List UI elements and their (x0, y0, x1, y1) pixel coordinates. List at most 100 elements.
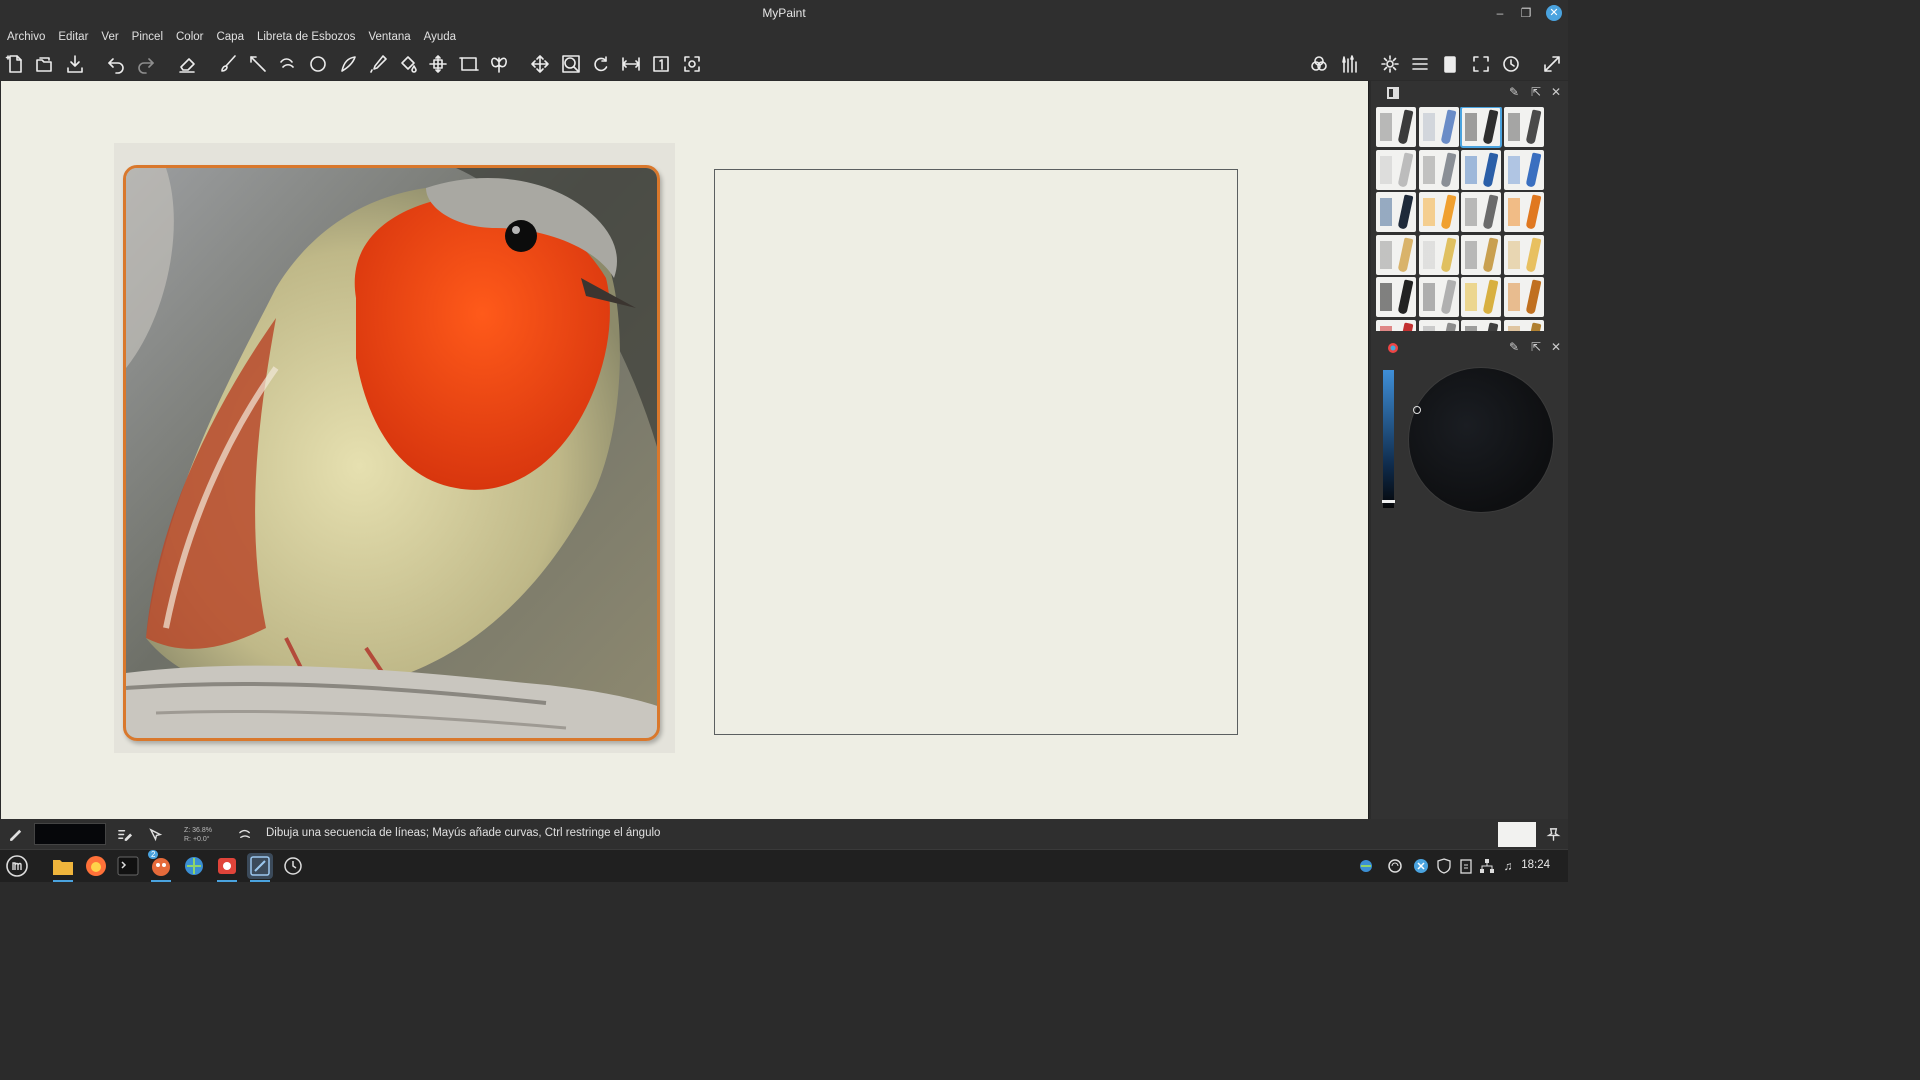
fill-tool-icon[interactable] (396, 52, 420, 76)
terminal-icon[interactable] (115, 853, 141, 879)
brush-icon[interactable] (216, 52, 240, 76)
color-picker-icon[interactable] (366, 52, 390, 76)
color-wheel[interactable] (1409, 368, 1553, 512)
save-icon[interactable] (63, 52, 87, 76)
brushes-tab-icon[interactable] (1386, 86, 1400, 100)
current-brush-thumbnail[interactable] (1498, 822, 1536, 847)
brush-preset[interactable] (1503, 234, 1544, 275)
tray-clipboard-icon[interactable] (1458, 858, 1474, 874)
files-app-icon[interactable] (50, 853, 76, 882)
tray-lan-icon[interactable] (1479, 858, 1495, 874)
brush-preset[interactable] (1376, 149, 1416, 190)
start-menu-icon[interactable] (4, 853, 30, 879)
pin-icon[interactable] (1544, 825, 1562, 843)
zoom-icon[interactable] (559, 52, 583, 76)
menu-capa[interactable]: Capa (216, 28, 244, 46)
color-tab-icon[interactable] (1386, 341, 1400, 355)
color-wheel-marker[interactable] (1413, 406, 1421, 414)
menu-editar[interactable]: Editar (58, 28, 88, 46)
scratchpad-icon[interactable] (1438, 52, 1462, 76)
pan-icon[interactable] (528, 52, 552, 76)
eraser-icon[interactable] (175, 52, 199, 76)
brush-preset[interactable] (1461, 192, 1501, 232)
ink-tool-icon[interactable] (336, 52, 360, 76)
timer-app-icon[interactable] (280, 853, 306, 879)
network-app-icon[interactable] (181, 853, 207, 879)
menu-ver[interactable]: Ver (101, 28, 118, 46)
tray-update-icon[interactable] (1413, 858, 1429, 874)
tray-network-icon[interactable] (1358, 858, 1374, 874)
symmetry-icon[interactable] (487, 52, 511, 76)
reset-zoom-icon[interactable] (649, 52, 673, 76)
menu-color[interactable]: Color (176, 28, 203, 46)
color-pick-icon[interactable]: ✎ (1507, 340, 1521, 354)
maximize-icon[interactable]: ❐ (1520, 6, 1532, 20)
panel-float-icon[interactable]: ⇱ (1529, 85, 1543, 99)
brush-preset[interactable] (1376, 319, 1416, 331)
brush-settings-icon[interactable] (1338, 52, 1362, 76)
brush-preset[interactable] (1503, 149, 1544, 190)
menu-archivo[interactable]: Archivo (7, 28, 45, 46)
brush-preset[interactable] (1418, 192, 1459, 232)
color-panel-float-icon[interactable]: ⇱ (1529, 340, 1543, 354)
brush-preset[interactable] (1418, 277, 1459, 317)
ellipse-tool-icon[interactable] (306, 52, 330, 76)
brush-preset[interactable] (1376, 234, 1416, 275)
open-file-icon[interactable] (32, 52, 56, 76)
brush-preset[interactable] (1461, 234, 1501, 275)
brush-preset[interactable] (1503, 319, 1544, 331)
minimize-icon[interactable]: – (1494, 6, 1506, 20)
brush-preset[interactable] (1418, 107, 1459, 147)
frame-tool-icon[interactable] (457, 52, 481, 76)
brush-preset[interactable] (1461, 277, 1501, 317)
media-app-icon[interactable] (214, 853, 240, 882)
value-slider-knob[interactable] (1382, 500, 1395, 503)
tray-sync-icon[interactable] (1387, 858, 1403, 874)
rotate-icon[interactable] (589, 52, 613, 76)
fit-view-icon[interactable] (680, 52, 704, 76)
layers-mode-icon[interactable] (1307, 52, 1331, 76)
color-panel-close-icon[interactable]: ✕ (1549, 340, 1563, 354)
brush-preset[interactable] (1461, 149, 1501, 190)
menu-libreta[interactable]: Libreta de Esbozos (257, 28, 355, 46)
brush-pick-icon[interactable]: ✎ (1507, 85, 1521, 99)
menu-pincel[interactable]: Pincel (132, 28, 163, 46)
hamburger-menu-icon[interactable] (1408, 52, 1432, 76)
redo-icon[interactable] (134, 52, 158, 76)
brush-preset[interactable] (1418, 149, 1459, 190)
lines-tool-icon[interactable] (246, 52, 270, 76)
layer-pick-icon[interactable] (146, 825, 164, 843)
tray-shield-icon[interactable] (1436, 858, 1452, 874)
tray-volume-icon[interactable]: ♫ (1500, 858, 1516, 874)
mypaint-app-icon[interactable] (247, 853, 273, 882)
brush-preset[interactable] (1461, 319, 1501, 331)
brush-preset[interactable] (1376, 277, 1416, 317)
mirror-icon[interactable] (619, 52, 643, 76)
brush-preset[interactable] (1418, 234, 1459, 275)
menu-ventana[interactable]: Ventana (368, 28, 410, 46)
brush-preset[interactable] (1376, 107, 1416, 147)
paint-app-icon[interactable]: 2 (148, 850, 174, 882)
value-slider[interactable] (1382, 370, 1395, 508)
menu-ayuda[interactable]: Ayuda (424, 28, 456, 46)
brush-preset[interactable] (1503, 107, 1544, 147)
history-icon[interactable] (1499, 52, 1523, 76)
brush-preset[interactable] (1460, 107, 1502, 148)
brush-preset[interactable] (1376, 192, 1416, 232)
firefox-icon[interactable] (83, 853, 109, 879)
move-layer-icon[interactable] (426, 52, 450, 76)
expand-icon[interactable] (1540, 52, 1564, 76)
clock[interactable]: 18:24 (1521, 859, 1550, 871)
drawing-canvas[interactable] (1, 81, 1369, 819)
close-icon[interactable]: ✕ (1546, 5, 1562, 21)
edit-icon[interactable] (115, 825, 133, 843)
current-color-swatch[interactable] (34, 823, 106, 845)
fullscreen-icon[interactable] (1469, 52, 1493, 76)
brush-preset[interactable] (1418, 319, 1459, 331)
panel-close-icon[interactable]: ✕ (1549, 85, 1563, 99)
brush-preset[interactable] (1503, 277, 1544, 317)
freehand-icon[interactable] (276, 52, 300, 76)
undo-icon[interactable] (104, 52, 128, 76)
brush-preset[interactable] (1503, 192, 1544, 232)
gear-icon[interactable] (1378, 52, 1402, 76)
